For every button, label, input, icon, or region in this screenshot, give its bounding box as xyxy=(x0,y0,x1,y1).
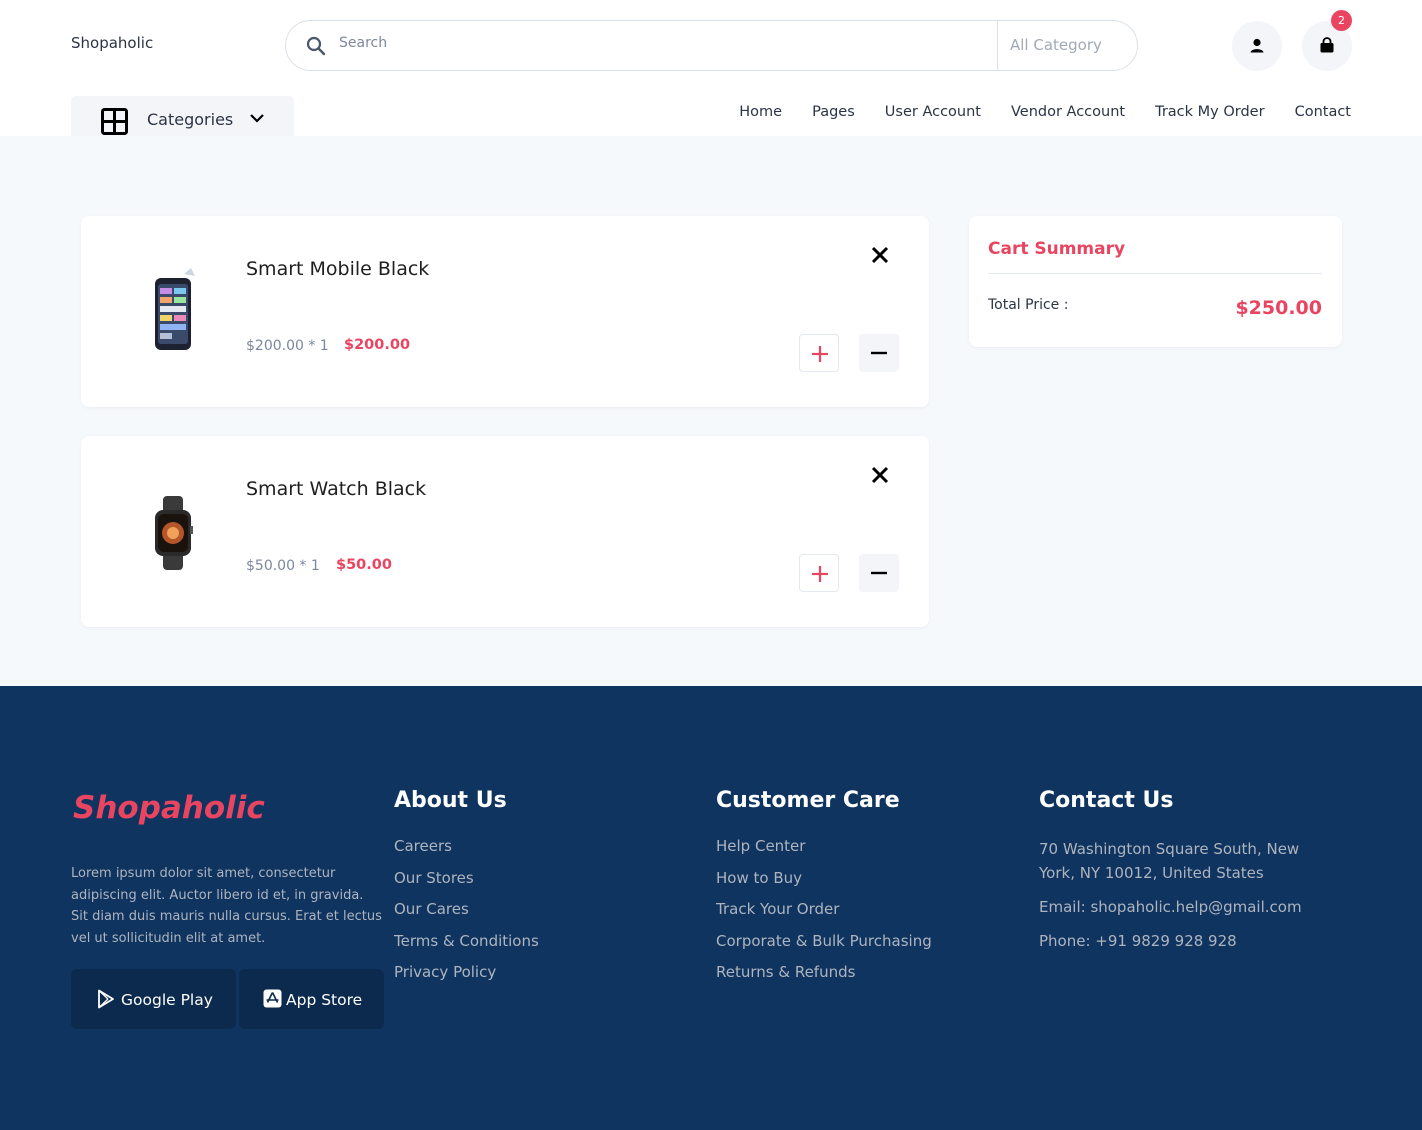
nav-user-account[interactable]: User Account xyxy=(885,104,981,120)
about-us-heading: About Us xyxy=(394,788,507,813)
plus-icon xyxy=(812,346,828,362)
nav-home[interactable]: Home xyxy=(739,104,782,120)
customer-care-heading: Customer Care xyxy=(716,788,900,813)
cart-count-badge: 2 xyxy=(1331,10,1352,31)
increase-quantity-button[interactable] xyxy=(799,554,839,592)
remove-item-icon[interactable] xyxy=(869,464,891,486)
footer-link-our-stores[interactable]: Our Stores xyxy=(394,869,539,887)
smartphone-icon xyxy=(155,268,195,350)
google-play-button[interactable]: Google Play xyxy=(71,969,236,1029)
header: Shopaholic All Category 2 Categories xyxy=(0,0,1422,136)
nav-pages[interactable]: Pages xyxy=(812,104,855,120)
footer-link-help-center[interactable]: Help Center xyxy=(716,837,932,855)
contact-us-heading: Contact Us xyxy=(1039,788,1174,813)
cart-item: Smart Mobile Black $200.00 * 1 $200.00 xyxy=(81,216,929,407)
plus-icon xyxy=(812,566,828,582)
contact-email[interactable]: Email: shopaholic.help@gmail.com xyxy=(1039,895,1334,919)
smartwatch-icon xyxy=(155,496,193,570)
google-play-icon xyxy=(98,989,114,1009)
footer-link-careers[interactable]: Careers xyxy=(394,837,539,855)
total-price-label: Total Price : xyxy=(988,297,1069,313)
footer-link-privacy[interactable]: Privacy Policy xyxy=(394,963,539,981)
brand-logo[interactable]: Shopaholic xyxy=(71,34,153,52)
item-name[interactable]: Smart Mobile Black xyxy=(246,258,429,280)
nav-vendor-account[interactable]: Vendor Account xyxy=(1011,104,1125,120)
contact-address: 70 Washington Square South, New York, NY… xyxy=(1039,840,1300,882)
total-price-value: $250.00 xyxy=(1235,297,1322,319)
footer-contact-column: Contact Us 70 Washington Square South, N… xyxy=(1039,788,1334,963)
user-icon xyxy=(1250,38,1264,53)
cart-summary-title: Cart Summary xyxy=(988,239,1126,259)
search-input[interactable] xyxy=(339,35,939,51)
app-store-button[interactable]: App Store xyxy=(239,969,384,1029)
footer-logo[interactable]: Shopaholic xyxy=(73,790,265,826)
search-icon xyxy=(306,36,326,56)
categories-grid-icon xyxy=(101,108,128,135)
categories-label: Categories xyxy=(147,110,234,129)
decrease-quantity-button[interactable] xyxy=(859,554,899,592)
account-button[interactable] xyxy=(1232,21,1282,71)
nav-track-my-order[interactable]: Track My Order xyxy=(1155,104,1264,120)
footer-link-terms[interactable]: Terms & Conditions xyxy=(394,932,539,950)
item-unit-price: $200.00 * 1 xyxy=(246,338,329,354)
item-name[interactable]: Smart Watch Black xyxy=(246,478,426,500)
footer: Shopaholic Lorem ipsum dolor sit amet, c… xyxy=(0,686,1422,1130)
cart-item: Smart Watch Black $50.00 * 1 $50.00 xyxy=(81,436,929,627)
footer-link-returns[interactable]: Returns & Refunds xyxy=(716,963,932,981)
search-bar: All Category xyxy=(285,20,1138,71)
app-store-icon xyxy=(263,989,282,1008)
footer-link-track-order[interactable]: Track Your Order xyxy=(716,900,932,918)
minus-icon xyxy=(871,351,887,355)
footer-link-how-to-buy[interactable]: How to Buy xyxy=(716,869,932,887)
remove-item-icon[interactable] xyxy=(869,244,891,266)
footer-description: Lorem ipsum dolor sit amet, consectetur … xyxy=(71,866,382,946)
divider xyxy=(988,273,1322,274)
decrease-quantity-button[interactable] xyxy=(859,334,899,372)
cart-page: Smart Mobile Black $200.00 * 1 $200.00 S… xyxy=(0,136,1422,686)
app-store-label: App Store xyxy=(286,991,363,1009)
increase-quantity-button[interactable] xyxy=(799,334,839,372)
nav-contact[interactable]: Contact xyxy=(1295,104,1351,120)
item-total: $50.00 xyxy=(336,557,392,573)
contact-phone[interactable]: Phone: +91 9829 928 928 xyxy=(1039,929,1334,953)
item-total: $200.00 xyxy=(344,337,411,353)
main-nav: Home Pages User Account Vendor Account T… xyxy=(739,104,1351,120)
google-play-label: Google Play xyxy=(121,991,213,1009)
minus-icon xyxy=(871,571,887,575)
cart-summary: Cart Summary Total Price : $250.00 xyxy=(969,216,1342,347)
footer-link-corporate[interactable]: Corporate & Bulk Purchasing xyxy=(716,932,932,950)
footer-about-column: About Us Careers Our Stores Our Cares Te… xyxy=(394,788,539,995)
footer-link-our-cares[interactable]: Our Cares xyxy=(394,900,539,918)
category-select[interactable]: All Category xyxy=(997,21,1137,70)
footer-care-column: Customer Care Help Center How to Buy Tra… xyxy=(716,788,932,995)
chevron-down-icon xyxy=(250,114,264,123)
shopping-bag-icon xyxy=(1320,37,1334,53)
categories-dropdown[interactable]: Categories xyxy=(71,96,294,136)
item-unit-price: $50.00 * 1 xyxy=(246,558,320,574)
